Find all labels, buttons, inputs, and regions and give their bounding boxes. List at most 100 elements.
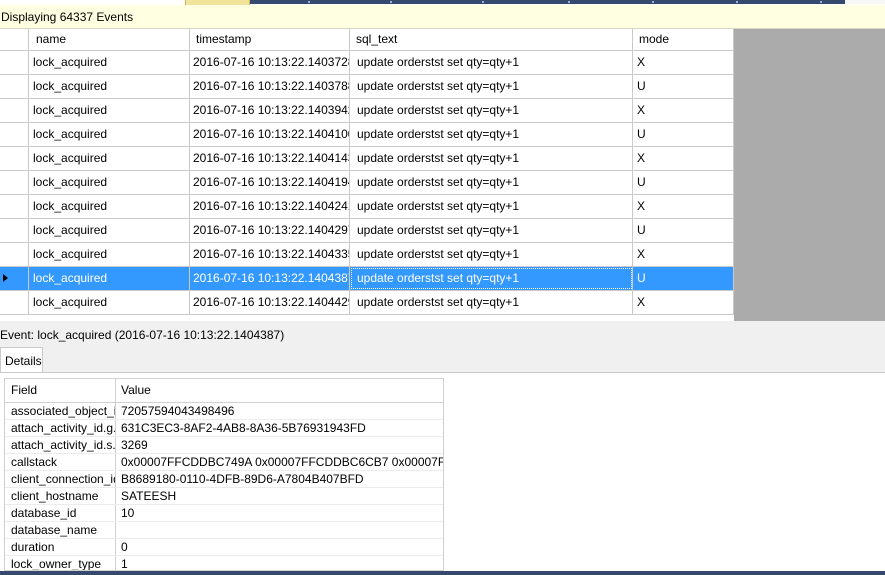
cell-sql-text[interactable]: update orderstst set qty=qty+1 [350,219,633,242]
event-row[interactable]: lock_acquired 2016-07-16 10:13:22.1403788… [0,75,734,99]
row-selector[interactable] [0,291,29,314]
details-value: SATEESH [121,489,177,503]
event-row[interactable]: lock_acquired 2016-07-16 10:13:22.1403728… [0,51,734,75]
row-selector[interactable] [0,219,29,242]
cell-sql-text[interactable]: update orderstst set qty=qty+1 [350,147,633,170]
details-field: client_hostname [5,488,116,504]
cell-name[interactable]: lock_acquired [29,267,190,290]
details-field: lock_owner_type [5,556,116,570]
cell-sql-text[interactable]: update orderstst set qty=qty+1 [350,75,633,98]
cell-name[interactable]: lock_acquired [29,123,190,146]
event-title: Event: lock_acquired (2016-07-16 10:13:2… [0,328,285,342]
cell-sql-text[interactable]: update orderstst set qty=qty+1 [350,171,633,194]
event-row[interactable]: lock_acquired 2016-07-16 10:13:22.1404297… [0,219,734,243]
cell-name[interactable]: lock_acquired [29,195,190,218]
row-selector[interactable] [0,171,29,194]
details-field: duration [5,539,116,555]
cell-mode[interactable]: U [633,219,734,242]
cell-name[interactable]: lock_acquired [29,219,190,242]
cell-mode[interactable]: X [633,51,734,74]
cell-sql-text[interactable]: update orderstst set qty=qty+1 [350,243,633,266]
details-row[interactable]: lock_owner_type 1 [5,556,443,571]
cell-timestamp[interactable]: 2016-07-16 10:13:22.1403728 [190,51,350,74]
details-row[interactable]: attach_activity_id.s... 3269 [5,437,443,454]
row-selector[interactable] [0,75,29,98]
event-row[interactable]: lock_acquired 2016-07-16 10:13:22.1404143… [0,147,734,171]
cell-mode[interactable]: U [633,171,734,194]
event-row[interactable]: lock_acquired 2016-07-16 10:13:22.1404100… [0,123,734,147]
cell-name[interactable]: lock_acquired [29,171,190,194]
column-header-mode[interactable]: mode [633,29,734,50]
cell-name[interactable]: lock_acquired [29,147,190,170]
cell-name[interactable]: lock_acquired [29,75,190,98]
cell-sql-text[interactable]: update orderstst set qty=qty+1 [350,267,633,290]
cell-sql-text[interactable]: update orderstst set qty=qty+1 [350,51,633,74]
cell-mode[interactable]: U [633,75,734,98]
cell-mode[interactable]: X [633,99,734,122]
details-value: 1 [121,557,128,571]
event-row[interactable]: lock_acquired 2016-07-16 10:13:22.1404429… [0,291,734,315]
column-header-name[interactable]: name [29,29,190,50]
row-selector[interactable] [0,147,29,170]
cell-timestamp[interactable]: 2016-07-16 10:13:22.1403942 [190,99,350,122]
cell-mode[interactable]: X [633,291,734,314]
event-row[interactable]: lock_acquired 2016-07-16 10:13:22.1404335… [0,243,734,267]
bottom-status-bar [0,571,885,575]
details-row[interactable]: database_id 10 [5,505,443,522]
cell-name[interactable]: lock_acquired [29,291,190,314]
row-selector[interactable] [0,51,29,74]
cell-mode[interactable]: U [633,267,734,290]
cell-sql-text[interactable]: update orderstst set qty=qty+1 [350,99,633,122]
cell-timestamp[interactable]: 2016-07-16 10:13:22.1403788 [190,75,350,98]
details-row[interactable]: client_connection_id B8689180-0110-4DFB-8… [5,471,443,488]
column-header-sql-text[interactable]: sql_text [350,29,633,50]
details-row[interactable]: callstack 0x00007FFCDDBC749A 0x00007FFCDD… [5,454,443,471]
cell-timestamp[interactable]: 2016-07-16 10:13:22.1404100 [190,123,350,146]
cell-name[interactable]: lock_acquired [29,99,190,122]
column-header-field[interactable]: Field [5,379,116,402]
cell-name[interactable]: lock_acquired [29,51,190,74]
details-row[interactable]: database_name [5,522,443,539]
tab-details[interactable]: Details [0,347,43,373]
cell-name[interactable]: lock_acquired [29,243,190,266]
details-row[interactable]: client_hostname SATEESH [5,488,443,505]
column-header-value[interactable]: Value [116,379,443,402]
cell-timestamp[interactable]: 2016-07-16 10:13:22.1404143 [190,147,350,170]
row-selector[interactable] [0,195,29,218]
details-row[interactable]: associated_object_id 72057594043498496 [5,403,443,420]
cell-timestamp[interactable]: 2016-07-16 10:13:22.1404429 [190,291,350,314]
cell-timestamp[interactable]: 2016-07-16 10:13:22.1404387 [190,267,350,290]
details-grid[interactable]: Field Value associated_object_id 72057594… [4,378,444,571]
event-row[interactable]: lock_acquired 2016-07-16 10:13:22.1404194… [0,171,734,195]
events-count-text: Displaying 64337 Events [1,10,134,24]
details-row[interactable]: duration 0 [5,539,443,556]
row-selector[interactable] [0,267,29,290]
cell-mode[interactable]: X [633,243,734,266]
event-row[interactable]: lock_acquired 2016-07-16 10:13:22.1404241… [0,195,734,219]
events-grid[interactable]: name timestamp sql_text mode lock_acquir… [0,29,734,321]
cell-mode[interactable]: U [633,123,734,146]
row-selector-header [0,29,29,50]
cell-mode[interactable]: X [633,147,734,170]
event-row[interactable]: lock_acquired 2016-07-16 10:13:22.1404387… [0,267,734,291]
cell-mode[interactable]: X [633,195,734,218]
row-selector[interactable] [0,123,29,146]
cell-sql-text[interactable]: update orderstst set qty=qty+1 [350,291,633,314]
details-value: 0 [121,540,128,554]
cell-timestamp[interactable]: 2016-07-16 10:13:22.1404194 [190,171,350,194]
cell-timestamp[interactable]: 2016-07-16 10:13:22.1404241 [190,195,350,218]
cell-timestamp[interactable]: 2016-07-16 10:13:22.1404335 [190,243,350,266]
details-field: associated_object_id [5,403,116,419]
column-header-timestamp[interactable]: timestamp [190,29,350,50]
details-grid-header: Field Value [5,379,443,403]
cell-sql-text[interactable]: update orderstst set qty=qty+1 [350,195,633,218]
cell-sql-text[interactable]: update orderstst set qty=qty+1 [350,123,633,146]
details-row[interactable]: attach_activity_id.g... 631C3EC3-8AF2-4AB… [5,420,443,437]
cell-timestamp[interactable]: 2016-07-16 10:13:22.1404297 [190,219,350,242]
details-field: client_connection_id [5,471,116,487]
document-tab-inactive[interactable] [845,0,885,4]
row-selector[interactable] [0,99,29,122]
event-row[interactable]: lock_acquired 2016-07-16 10:13:22.1403942… [0,99,734,123]
row-selector[interactable] [0,243,29,266]
document-tab-inactive[interactable] [250,0,845,4]
